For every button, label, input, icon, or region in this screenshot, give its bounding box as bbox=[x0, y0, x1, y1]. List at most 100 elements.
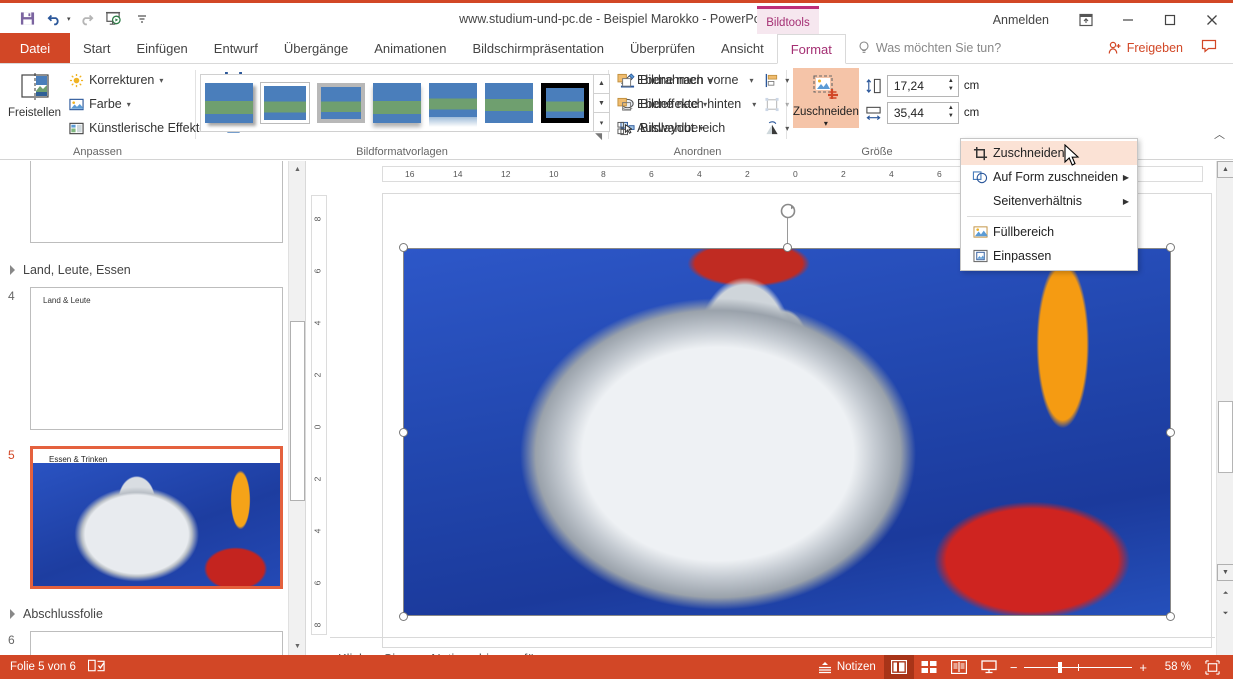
chevron-down-icon[interactable]: ▾ bbox=[749, 76, 753, 85]
save-icon[interactable] bbox=[14, 7, 40, 31]
thumbnail-scroll-down-icon[interactable]: ▼ bbox=[289, 638, 305, 655]
resize-handle-top-right[interactable] bbox=[1166, 243, 1175, 252]
picture-style-0[interactable] bbox=[205, 83, 253, 123]
menu-item-seitenverhaeltnis[interactable]: Seitenverhältnis ▶ bbox=[961, 189, 1137, 213]
picture-style-2[interactable] bbox=[317, 83, 365, 123]
chevron-down-icon[interactable]: ▾ bbox=[127, 100, 131, 109]
zoom-percent-label[interactable]: 58 % bbox=[1153, 661, 1191, 673]
tab-ansicht[interactable]: Ansicht bbox=[708, 33, 777, 63]
menu-item-fuellbereich[interactable]: Füllbereich bbox=[961, 220, 1137, 244]
resize-handle-top-center[interactable] bbox=[783, 243, 792, 252]
resize-handle-middle-left[interactable] bbox=[399, 428, 408, 437]
resize-handle-bottom-left[interactable] bbox=[399, 612, 408, 621]
gallery-scroll-down-icon[interactable]: ▼ bbox=[594, 94, 609, 114]
auswahlbereich-button[interactable]: Auswahlbereich bbox=[613, 116, 760, 140]
customize-qat-icon[interactable] bbox=[129, 7, 155, 31]
minimize-button[interactable] bbox=[1107, 5, 1149, 36]
tab-animationen[interactable]: Animationen bbox=[361, 33, 459, 63]
chevron-down-icon[interactable]: ▾ bbox=[824, 119, 828, 128]
slide-thumbnail-4[interactable]: Land & Leute bbox=[30, 287, 283, 430]
tab-datei[interactable]: Datei bbox=[0, 33, 70, 63]
freistellen-button[interactable]: Freistellen bbox=[8, 68, 61, 119]
chevron-down-icon[interactable]: ▾ bbox=[159, 76, 163, 85]
view-slideshow-button[interactable] bbox=[974, 655, 1004, 679]
ebene-nach-hinten-button[interactable]: Ebene nach hinten ▾ bbox=[613, 92, 760, 116]
section-header-land-leute-essen[interactable]: Land, Leute, Essen bbox=[0, 259, 305, 281]
chevron-down-icon[interactable]: ▾ bbox=[752, 100, 756, 109]
undo-dropdown-icon[interactable]: ▾ bbox=[67, 15, 71, 23]
scroll-up-icon[interactable]: ▲ bbox=[1217, 161, 1233, 178]
start-slideshow-icon[interactable] bbox=[101, 7, 127, 31]
collapse-ribbon-icon[interactable]: ︿ bbox=[1214, 126, 1225, 142]
thumbnail-scrollbar-thumb[interactable] bbox=[290, 321, 305, 501]
slide-counter[interactable]: Folie 5 von 6 bbox=[10, 661, 76, 673]
picture-style-6-selected[interactable] bbox=[541, 83, 589, 123]
view-normal-button[interactable] bbox=[883, 655, 914, 679]
zoom-knob[interactable] bbox=[1058, 661, 1063, 673]
menu-item-auf-form-zuschneiden[interactable]: Auf Form zuschneiden ▶ bbox=[961, 165, 1137, 189]
shape-height-input[interactable]: 17,24 ▲ ▼ bbox=[886, 74, 959, 97]
zoom-track[interactable] bbox=[1024, 661, 1133, 673]
tab-uebergaenge[interactable]: Übergänge bbox=[271, 33, 361, 63]
picture-style-1[interactable] bbox=[261, 83, 309, 123]
picture-style-3[interactable] bbox=[373, 83, 421, 123]
slide-thumbnail-3[interactable] bbox=[30, 161, 283, 243]
vertical-ruler[interactable]: 8 6 4 2 0 2 4 6 8 bbox=[311, 195, 327, 635]
title-bar: ▾ www.studium-und-pc.de - Beispiel Marok… bbox=[0, 0, 1233, 37]
proofing-icon[interactable] bbox=[87, 659, 106, 676]
tab-entwurf[interactable]: Entwurf bbox=[201, 33, 271, 63]
undo-icon[interactable] bbox=[42, 7, 68, 31]
ribbon-display-options-icon[interactable] bbox=[1065, 5, 1107, 36]
selected-picture[interactable] bbox=[403, 248, 1171, 616]
shape-height-stepper[interactable]: ▲ ▼ bbox=[944, 76, 958, 96]
ebene-nach-vorne-button[interactable]: Ebene nach vorne ▾ bbox=[613, 68, 760, 92]
zuschneiden-button[interactable]: Zuschneiden ▾ bbox=[793, 68, 859, 128]
shape-width-input[interactable]: 35,44 ▲ ▼ bbox=[886, 101, 959, 124]
tab-bildschirmpraesentation[interactable]: Bildschirmpräsentation bbox=[459, 33, 617, 63]
resize-handle-bottom-right[interactable] bbox=[1166, 612, 1175, 621]
resize-handle-top-left[interactable] bbox=[399, 243, 408, 252]
picture-styles-gallery[interactable]: ▲ ▼ ▾ bbox=[200, 74, 610, 132]
section-collapse-icon[interactable] bbox=[10, 609, 15, 619]
zoom-slider[interactable]: − + bbox=[1004, 660, 1153, 675]
shape-width-stepper[interactable]: ▲ ▼ bbox=[944, 103, 958, 123]
fit-slide-to-window-button[interactable] bbox=[1197, 655, 1227, 679]
previous-slide-icon[interactable]: ⏶ bbox=[1217, 585, 1233, 602]
menu-item-zuschneiden[interactable]: Zuschneiden bbox=[961, 141, 1137, 165]
view-slide-sorter-button[interactable] bbox=[914, 655, 944, 679]
notes-button[interactable]: Notizen bbox=[810, 655, 884, 679]
resize-handle-middle-right[interactable] bbox=[1166, 428, 1175, 437]
view-reading-button[interactable] bbox=[944, 655, 974, 679]
gallery-more-icon[interactable]: ▾ bbox=[594, 113, 609, 132]
redo-icon[interactable] bbox=[73, 7, 99, 31]
tell-me-placeholder: Was möchten Sie tun? bbox=[875, 41, 1002, 55]
scroll-down-icon[interactable]: ▼ bbox=[1217, 564, 1233, 581]
comments-icon[interactable] bbox=[1193, 39, 1225, 58]
tab-ueberpruefen[interactable]: Überprüfen bbox=[617, 33, 708, 63]
picture-style-5[interactable] bbox=[485, 83, 533, 123]
maximize-button[interactable] bbox=[1149, 5, 1191, 36]
next-slide-icon[interactable]: ⏷ bbox=[1217, 605, 1233, 622]
slide-area-scrollbar[interactable]: ▲ ▼ ⏶ ⏷ bbox=[1216, 161, 1233, 655]
tab-start[interactable]: Start bbox=[70, 33, 123, 63]
gallery-scroll-up-icon[interactable]: ▲ bbox=[594, 74, 609, 94]
scrollbar-thumb[interactable] bbox=[1218, 401, 1233, 473]
zoom-in-button[interactable]: + bbox=[1139, 660, 1147, 675]
thumbnail-scroll-up-icon[interactable]: ▲ bbox=[289, 161, 305, 178]
section-collapse-icon[interactable] bbox=[10, 265, 15, 275]
bildformatvorlagen-dialog-launcher[interactable]: ◥ bbox=[595, 131, 602, 142]
picture-style-4[interactable] bbox=[429, 83, 477, 127]
menu-item-einpassen[interactable]: Einpassen bbox=[961, 244, 1137, 268]
rotation-handle[interactable] bbox=[779, 202, 796, 219]
close-button[interactable] bbox=[1191, 5, 1233, 36]
tab-einfuegen[interactable]: Einfügen bbox=[123, 33, 200, 63]
slide-thumbnail-5-selected[interactable]: Essen & Trinken bbox=[30, 446, 283, 589]
share-button[interactable]: Freigeben bbox=[1098, 41, 1193, 55]
sign-in-button[interactable]: Anmelden bbox=[993, 13, 1065, 27]
slide-thumbnail-6[interactable] bbox=[30, 631, 283, 655]
tab-format[interactable]: Format bbox=[776, 34, 846, 64]
section-header-abschlussfolie[interactable]: Abschlussfolie bbox=[0, 603, 305, 625]
zoom-out-button[interactable]: − bbox=[1010, 660, 1018, 675]
tell-me-search[interactable]: Was möchten Sie tun? bbox=[846, 33, 1001, 63]
thumbnail-pane-scrollbar[interactable]: ▲ ▼ bbox=[288, 161, 305, 655]
